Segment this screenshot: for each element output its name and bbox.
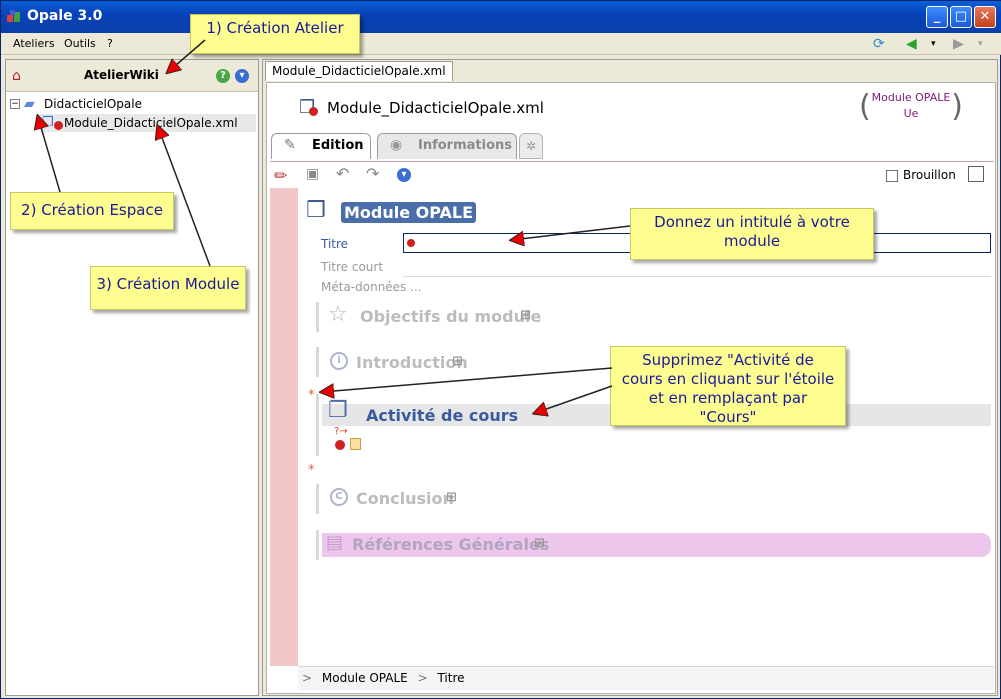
error-icon <box>407 239 415 247</box>
field-label-titre: Titre <box>321 237 349 251</box>
brouillon-checkbox[interactable]: Brouillon <box>886 168 956 182</box>
document-name: Module_DidacticielOpale.xml <box>327 99 544 117</box>
help-icon[interactable]: ? <box>216 69 230 83</box>
section-bar <box>316 530 319 560</box>
section-objectifs[interactable]: Objectifs du module <box>360 307 541 326</box>
app-icon <box>7 10 20 22</box>
tab-informations[interactable]: ◉ Informations <box>377 133 517 159</box>
insert-arrow-icon[interactable]: ?→ <box>334 426 348 437</box>
title-bar[interactable]: Opale 3.0 _ □ ✕ <box>1 1 1001 33</box>
delete-icon[interactable] <box>335 440 345 450</box>
window-title: Opale 3.0 <box>27 8 103 24</box>
expand-icon[interactable]: ⊞ <box>446 490 457 505</box>
breadcrumb-sep: > <box>417 671 428 685</box>
model-type: Ue <box>903 107 919 120</box>
maximize-button[interactable]: □ <box>950 6 972 28</box>
menu-help[interactable]: ? <box>107 37 113 50</box>
annotation-intitule: Donnez un intitulé à votre module <box>630 208 874 260</box>
info-icon: i <box>330 352 348 370</box>
back-dropdown-icon[interactable]: ▾ <box>931 35 936 53</box>
undo-icon[interactable]: ↶ <box>336 164 349 183</box>
star-marker-icon[interactable]: * <box>308 388 315 403</box>
collapse-icon[interactable]: − <box>10 99 20 109</box>
note-icon[interactable] <box>350 438 361 450</box>
meta-data-link[interactable]: Méta-données ... <box>321 280 422 294</box>
titre-court-underline <box>403 276 991 277</box>
folder-icon: ▰ <box>24 96 35 112</box>
star-marker-icon[interactable]: * <box>308 463 315 478</box>
paren-right-icon: ) <box>951 89 963 124</box>
redo-icon[interactable]: ↷ <box>366 164 379 183</box>
dropdown-icon[interactable]: ▾ <box>235 69 249 83</box>
breadcrumb: > Module OPALE > Titre <box>298 666 994 690</box>
document-header: ❒ Module_DidacticielOpale.xml ( Module O… <box>269 85 993 129</box>
error-icon <box>54 121 63 130</box>
workshop-title: AtelierWiki <box>84 68 159 82</box>
tab-edition-label: Edition <box>312 138 364 153</box>
checkbox-icon[interactable] <box>886 169 898 182</box>
section-bar <box>316 484 319 514</box>
workshop-panel: ⌂ AtelierWiki ? ▾ − ▰ DidacticielOpale ❒… <box>5 59 259 696</box>
forward-dropdown-icon[interactable]: ▾ <box>978 35 983 53</box>
edit-margin-bar <box>270 188 298 666</box>
section-bar <box>316 347 319 377</box>
home-icon[interactable]: ⌂ <box>12 68 21 84</box>
expand-icon[interactable]: ⊞ <box>534 536 545 551</box>
section-bar <box>316 394 319 456</box>
tab-edition[interactable]: ✎ Edition <box>271 133 371 159</box>
menu-ateliers[interactable]: Ateliers <box>13 37 55 50</box>
breadcrumb-item-titre[interactable]: Titre <box>437 671 464 685</box>
annotation-creation-module: 3) Création Module <box>90 266 246 310</box>
pencil-ruler-icon: ✎ <box>284 137 296 153</box>
refresh-icon[interactable]: ⟳ <box>873 35 885 53</box>
app-window: Opale 3.0 _ □ ✕ Ateliers Outils ? ⟳ ◀ ▾ … <box>0 0 1001 699</box>
menu-circle-icon[interactable]: ▾ <box>397 168 411 182</box>
breadcrumb-sep: > <box>302 671 313 685</box>
expand-icon[interactable]: ⊞ <box>520 308 531 323</box>
references-icon: ▤ <box>326 532 344 553</box>
star-icon: ☆ <box>328 302 348 327</box>
section-activite[interactable]: Activité de cours <box>366 406 518 425</box>
tab-file[interactable]: Module_DidacticielOpale.xml <box>265 61 453 81</box>
section-bar <box>316 302 319 332</box>
activity-icon: ❐ <box>328 398 348 423</box>
back-arrow-icon[interactable]: ◀ <box>906 35 917 53</box>
tab-informations-label: Informations <box>418 138 513 153</box>
forward-arrow-icon[interactable]: ▶ <box>953 35 964 53</box>
cube-icon: ❒ <box>306 198 326 223</box>
field-label-titre-court: Titre court <box>321 260 384 274</box>
module-icon: ❒ <box>42 115 54 130</box>
section-conclusion[interactable]: Conclusion <box>356 489 454 508</box>
brouillon-label: Brouillon <box>903 168 956 182</box>
pencil-icon: ✏ <box>274 166 288 185</box>
tree-item-module[interactable]: Module_DidacticielOpale.xml <box>64 116 238 130</box>
menu-bar: Ateliers Outils ? <box>1 33 1001 55</box>
annotation-creation-atelier: 1) Création Atelier <box>190 14 360 54</box>
error-icon <box>309 107 318 116</box>
module-title: Module OPALE <box>341 202 477 223</box>
section-references[interactable]: Références Générales <box>352 535 549 554</box>
tab-add-icon[interactable]: ✲ <box>519 133 543 159</box>
eye-icon: ◉ <box>390 137 403 153</box>
conclusion-icon: C <box>330 488 348 506</box>
expand-icon[interactable]: ⊞ <box>452 354 463 369</box>
workshop-header: ⌂ AtelierWiki ? ▾ <box>6 60 258 92</box>
annotation-creation-espace: 2) Création Espace <box>10 192 174 230</box>
menu-outils[interactable]: Outils <box>64 37 96 50</box>
tree-item-space[interactable]: DidacticielOpale <box>44 97 142 111</box>
model-indicator: ( Module OPALE Ue ) <box>859 89 963 127</box>
close-button[interactable]: ✕ <box>974 6 996 28</box>
window-toggle-icon[interactable] <box>968 166 984 182</box>
save-icon[interactable]: ▣ <box>306 166 319 182</box>
minimize-button[interactable]: _ <box>926 6 948 28</box>
section-introduction[interactable]: Introduction <box>356 353 468 372</box>
paren-left-icon: ( <box>859 89 871 124</box>
breadcrumb-item-module[interactable]: Module OPALE <box>322 671 408 685</box>
model-name: Module OPALE <box>871 91 951 104</box>
annotation-supprimez: Supprimez "Activité de cours en cliquant… <box>610 346 846 426</box>
